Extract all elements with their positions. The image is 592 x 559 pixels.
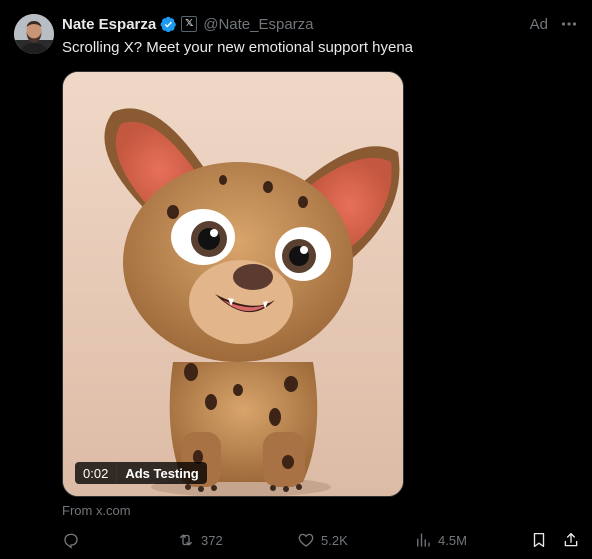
video-overlay: 0:02 Ads Testing xyxy=(75,462,207,484)
video-player[interactable]: 0:02 Ads Testing xyxy=(62,71,404,497)
tweet[interactable]: Nate Esparza 𝕏 @Nate_Esparza Ad Scrollin… xyxy=(0,0,592,559)
affiliate-badge[interactable]: 𝕏 xyxy=(181,16,198,32)
like-button[interactable]: 5.2K xyxy=(297,531,348,549)
author-handle[interactable]: @Nate_Esparza xyxy=(203,16,313,33)
action-bar: 372 5.2K 4.5M xyxy=(62,530,578,550)
author-name[interactable]: Nate Esparza xyxy=(62,16,156,33)
reply-button[interactable] xyxy=(62,531,80,549)
views-button[interactable]: 4.5M xyxy=(414,531,467,549)
avatar[interactable] xyxy=(14,14,54,54)
video-duration: 0:02 xyxy=(75,462,118,484)
repost-count: 372 xyxy=(201,532,223,548)
bookmark-icon xyxy=(533,532,545,548)
tweet-text: Scrolling X? Meet your new emotional sup… xyxy=(62,39,414,56)
like-count: 5.2K xyxy=(321,532,348,548)
like-icon xyxy=(298,533,314,547)
source-link[interactable]: From x.com xyxy=(62,503,131,518)
video-source-label: Ads Testing xyxy=(125,465,199,481)
tweet-header: Nate Esparza 𝕏 @Nate_Esparza Ad xyxy=(62,14,578,34)
more-icon[interactable] xyxy=(560,15,578,33)
verified-icon[interactable] xyxy=(160,16,177,33)
reply-icon xyxy=(64,533,78,549)
video-thumbnail xyxy=(63,72,403,496)
share-button[interactable] xyxy=(562,531,580,549)
view-count: 4.5M xyxy=(438,532,467,548)
views-icon xyxy=(417,533,430,547)
bookmark-button[interactable] xyxy=(530,531,548,549)
repost-button[interactable]: 372 xyxy=(177,531,223,549)
repost-icon xyxy=(180,534,192,546)
ad-label: Ad xyxy=(529,15,548,33)
share-icon xyxy=(564,532,578,547)
